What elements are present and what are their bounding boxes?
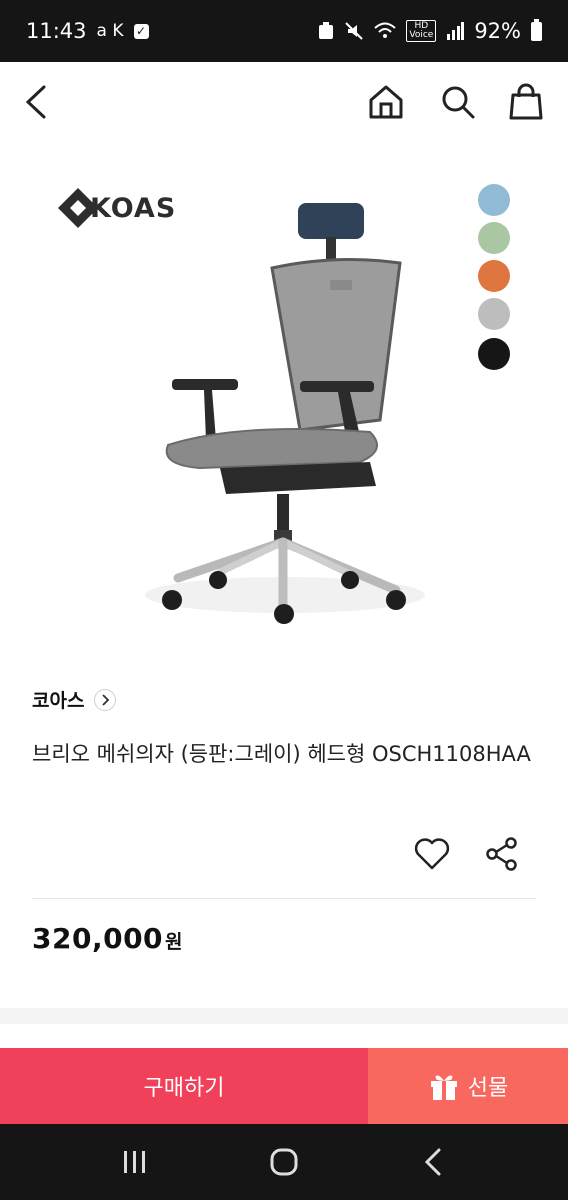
chevron-right-icon [102,693,110,706]
gift-button[interactable]: 선물 [368,1048,568,1124]
purchase-bar: 구매하기 선물 [0,1048,568,1124]
recycle-icon [319,22,334,39]
price-value: 320,000 [32,922,164,955]
back-chevron-icon [425,1148,441,1176]
color-swatch-black[interactable] [478,338,510,370]
home-icon [369,85,403,119]
price-unit: 원 [165,931,183,953]
heart-icon [414,838,450,870]
color-swatch-blue[interactable] [478,184,510,216]
brand-name: 코아스 [32,690,85,712]
back-nav-button[interactable] [408,1137,458,1187]
signal-icon [447,22,465,40]
color-swatch-gray[interactable] [478,298,510,330]
color-swatch-orange[interactable] [478,260,510,292]
brand-logo: KOAS [56,186,176,230]
shopping-bag-icon [509,83,543,120]
product-image[interactable]: KOAS [0,142,568,652]
mute-icon [345,22,364,40]
brand-link[interactable]: 코아스 [32,686,117,713]
back-button[interactable] [14,80,58,124]
hd-bottom: Voice [409,30,434,40]
top-nav [0,62,568,142]
hd-voice-icon: HD Voice [406,20,437,42]
buy-label: 구매하기 [143,1076,225,1101]
status-right: HD Voice 92% [318,18,542,43]
carrier-icon: a K [96,21,124,41]
share-icon [486,837,517,871]
battery-icon [531,18,542,41]
status-bar: 11:43 a K ✓ HD Voice 92% [0,0,568,62]
section-separator [0,1008,568,1024]
home-nav-button[interactable] [259,1137,309,1187]
wishlist-button[interactable] [412,834,452,874]
battery-percent: 92% [474,19,521,43]
gift-icon [430,1075,457,1100]
cart-button[interactable] [504,80,548,124]
check-notification-icon: ✓ [133,23,149,39]
wifi-icon [374,22,397,38]
status-left: 11:43 a K ✓ [26,19,149,43]
search-icon [442,86,475,119]
divider [32,898,536,899]
logo-text: KOAS [90,192,177,224]
home-button[interactable] [364,80,408,124]
recent-apps-button[interactable] [110,1137,160,1187]
gift-label: 선물 [467,1076,509,1101]
price: 320,000 원 [32,922,183,955]
system-nav-bar [0,1124,568,1200]
back-icon [25,85,46,119]
buy-button[interactable]: 구매하기 [0,1048,368,1124]
status-time: 11:43 [26,19,87,43]
brand-arrow [94,688,117,711]
color-swatch-green[interactable] [478,222,510,254]
share-button[interactable] [482,834,522,874]
search-button[interactable] [436,80,480,124]
product-title: 브리오 메쉬의자 (등판:그레이) 헤드형 OSCH1108HAA [32,742,531,766]
recent-apps-icon [123,1151,145,1173]
home-circle-icon [270,1148,298,1176]
